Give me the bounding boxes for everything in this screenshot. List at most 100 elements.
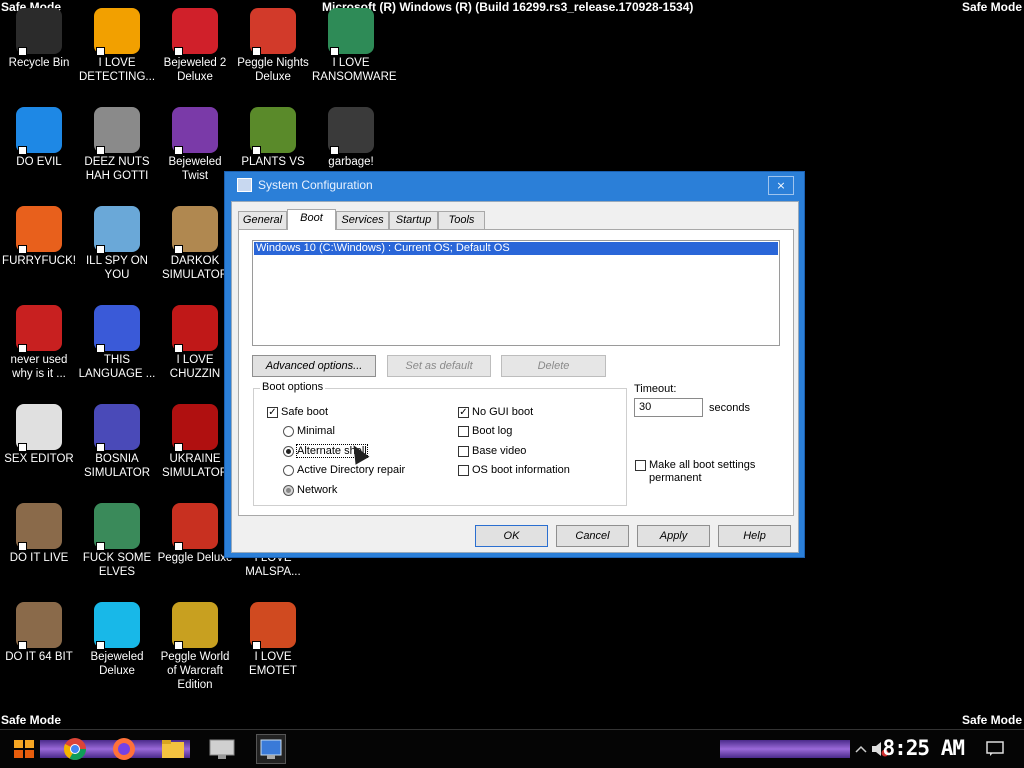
no-gui-boot-checkbox[interactable]: ✓ No GUI boot	[458, 406, 533, 418]
system-configuration-window[interactable]: System Configuration × General Boot Serv…	[224, 171, 805, 558]
title-bar[interactable]: System Configuration ×	[225, 172, 804, 200]
safe-mode-label-bottom-left: Safe Mode	[1, 713, 62, 727]
base-video-checkbox[interactable]: Base video	[458, 445, 526, 457]
apply-button[interactable]: Apply	[637, 525, 710, 547]
hxd-icon	[16, 404, 62, 452]
desktop-icon-label: garbage!	[328, 156, 374, 168]
desktop-icon[interactable]: BOSNIA SIMULATOR	[78, 402, 156, 480]
desktop-icon-label: DEEZ NUTS HAH GOTTI	[84, 156, 150, 182]
tab-boot[interactable]: Boot	[287, 209, 336, 230]
network-radio[interactable]: Network	[283, 484, 337, 496]
minimal-radio[interactable]: Minimal	[283, 425, 335, 437]
money-bag-icon	[172, 206, 218, 254]
action-center[interactable]	[980, 734, 1010, 764]
active-directory-repair-radio[interactable]: Active Directory repair	[283, 464, 405, 476]
tab-startup[interactable]: Startup	[389, 211, 438, 229]
shortcut-arrow-icon	[252, 47, 261, 56]
desktop-icon[interactable]: Peggle World of Warcraft Edition	[156, 600, 234, 692]
make-permanent-checkbox[interactable]: Make all boot settings permanent	[635, 459, 755, 485]
desktop-icon[interactable]: DO IT LIVE	[0, 501, 78, 565]
tab-general[interactable]: General	[238, 211, 287, 229]
cancel-button[interactable]: Cancel	[556, 525, 629, 547]
desktop-icon[interactable]: DEEZ NUTS HAH GOTTI	[78, 105, 156, 183]
peggle-icon	[172, 503, 218, 551]
desktop-icon[interactable]: I LOVE RANSOMWARE	[312, 6, 397, 84]
advanced-options-button[interactable]: Advanced options...	[252, 355, 376, 377]
radio-icon	[283, 425, 294, 437]
timeout-input[interactable]: 30	[634, 398, 703, 417]
copy-icon	[94, 107, 140, 155]
shortcut-arrow-icon	[174, 245, 183, 254]
shortcut-arrow-icon	[252, 641, 261, 650]
taskbar-file-explorer[interactable]	[158, 734, 188, 764]
radiation-icon	[172, 404, 218, 452]
help-button[interactable]: Help	[718, 525, 791, 547]
shortcut-arrow-icon	[330, 146, 339, 155]
desktop-icon[interactable]: I LOVE EMOTET	[234, 600, 312, 678]
desktop-icon[interactable]: I LOVE DETECTING...	[78, 6, 156, 84]
radio-icon	[283, 464, 294, 476]
shortcut-arrow-icon	[96, 146, 105, 155]
radio-selected-icon	[283, 445, 294, 457]
shortcut-arrow-icon	[174, 47, 183, 56]
desktop-icon-label: THIS LANGUAGE ...	[78, 354, 156, 380]
taskbar-chrome[interactable]	[60, 734, 90, 764]
desktop-icon[interactable]: garbage!	[312, 105, 390, 169]
desktop-icon[interactable]: THIS LANGUAGE ...	[78, 303, 156, 381]
taskbar-clock[interactable]: 8:25 AM	[882, 736, 965, 760]
close-button[interactable]: ×	[768, 176, 794, 195]
os-boot-information-checkbox[interactable]: OS boot information	[458, 464, 570, 476]
desktop-icon[interactable]: Bejeweled Deluxe	[78, 600, 156, 678]
network-icon	[94, 206, 140, 254]
msconfig-icon	[237, 178, 252, 192]
desktop-icon[interactable]: FURRYFUCK!	[0, 204, 78, 268]
shortcut-arrow-icon	[96, 641, 105, 650]
desktop-icon[interactable]: Recycle Bin	[0, 6, 78, 70]
desktop-icon-label: Bejeweled Twist	[168, 156, 222, 182]
goland-icon	[94, 305, 140, 353]
desktop-icon-label: I LOVE EMOTET	[249, 651, 297, 677]
desktop-icon-label: I LOVE CHUZZIN	[169, 354, 221, 380]
os-entry[interactable]: Windows 10 (C:\Windows) : Current OS; De…	[254, 242, 778, 255]
seconds-label: seconds	[709, 402, 750, 414]
desktop-icon[interactable]: Bejeweled 2 Deluxe	[156, 6, 234, 84]
portrait-icon	[16, 503, 62, 551]
bejeweled-twist-icon	[172, 107, 218, 155]
project-icon	[328, 8, 374, 56]
taskbar-remote-desktop[interactable]	[207, 734, 237, 764]
delete-button[interactable]: Delete	[501, 355, 606, 377]
bejeweled-2-icon	[172, 8, 218, 56]
desktop-icon[interactable]: Peggle Deluxe	[156, 501, 234, 565]
tab-tools[interactable]: Tools	[438, 211, 485, 229]
desktop-icon[interactable]: ILL SPY ON YOU	[78, 204, 156, 282]
shortcut-arrow-icon	[96, 344, 105, 353]
desktop-icon[interactable]: DO IT 64 BIT	[0, 600, 78, 664]
desktop-icon[interactable]: Peggle Nights Deluxe	[234, 6, 312, 84]
desktop-icon[interactable]: FUCK SOME ELVES	[78, 501, 156, 579]
shortcut-arrow-icon	[96, 542, 105, 551]
safe-boot-checkbox[interactable]: ✓ Safe boot	[267, 406, 328, 418]
plants-vs-zombies-icon	[250, 107, 296, 155]
ok-button[interactable]: OK	[475, 525, 548, 547]
taskbar-system-configuration[interactable]	[256, 734, 286, 764]
desktop-icon[interactable]: DARKOK SIMULATOR	[156, 204, 234, 282]
detect-it-easy-icon	[94, 8, 140, 56]
desktop-icon[interactable]: I LOVE CHUZZIN	[156, 303, 234, 381]
desktop-icon[interactable]: never used why is it ...	[0, 303, 78, 381]
tab-services[interactable]: Services	[336, 211, 389, 229]
desktop-icon[interactable]: UKRAINE SIMULATOR	[156, 402, 234, 480]
shortcut-arrow-icon	[174, 344, 183, 353]
msconfig-icon	[260, 739, 282, 759]
desktop-icon[interactable]: Bejeweled Twist	[156, 105, 234, 183]
desktop-icon-label: Bejeweled 2 Deluxe	[163, 57, 227, 83]
os-list[interactable]: Windows 10 (C:\Windows) : Current OS; De…	[252, 240, 780, 346]
desktop-icon[interactable]: SEX EDITOR	[0, 402, 78, 466]
dev-cpp-icon	[16, 305, 62, 353]
taskbar-firefox[interactable]	[109, 734, 139, 764]
check-icon: ✓	[458, 406, 469, 418]
desktop-icon[interactable]: DO EVIL	[0, 105, 78, 169]
start-button[interactable]	[10, 734, 40, 764]
set-as-default-button[interactable]: Set as default	[387, 355, 491, 377]
desktop-icon[interactable]: PLANTS VS	[234, 105, 312, 169]
boot-log-checkbox[interactable]: Boot log	[458, 425, 512, 437]
